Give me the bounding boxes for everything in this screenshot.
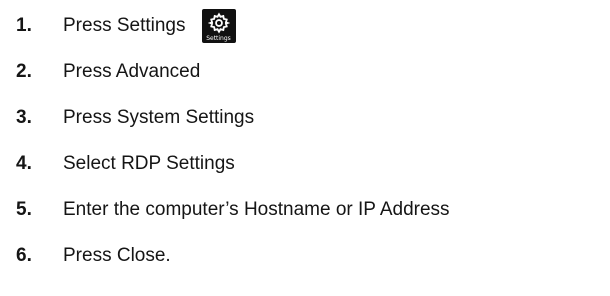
step-number: 4. — [16, 153, 32, 174]
step-text: Enter the computer’s Hostname or IP Addr… — [63, 199, 450, 220]
settings-icon-label: Settings — [206, 35, 231, 42]
step-number: 3. — [16, 107, 32, 128]
step-text: Press Close. — [63, 245, 171, 266]
gear-icon — [207, 12, 230, 34]
instruction-list: 1. Press Settings Settings 2. Press Adva… — [0, 0, 610, 296]
step-text: Press Settings — [63, 15, 186, 36]
step-text: Select RDP Settings — [63, 153, 235, 174]
step-2: 2. Press Advanced — [16, 58, 200, 86]
step-number: 6. — [16, 245, 32, 266]
step-6: 6. Press Close. — [16, 242, 171, 270]
settings-gear-icon: Settings — [201, 9, 236, 43]
step-5: 5. Enter the computer’s Hostname or IP A… — [16, 196, 450, 224]
step-1: 1. Press Settings Settings — [16, 9, 236, 43]
step-number: 1. — [16, 15, 32, 36]
step-3: 3. Press System Settings — [16, 104, 254, 132]
step-text: Press Advanced — [63, 61, 201, 82]
step-text: Press System Settings — [63, 107, 255, 128]
step-number: 2. — [16, 61, 32, 82]
step-4: 4. Select RDP Settings — [16, 150, 235, 178]
step-number: 5. — [16, 199, 32, 220]
